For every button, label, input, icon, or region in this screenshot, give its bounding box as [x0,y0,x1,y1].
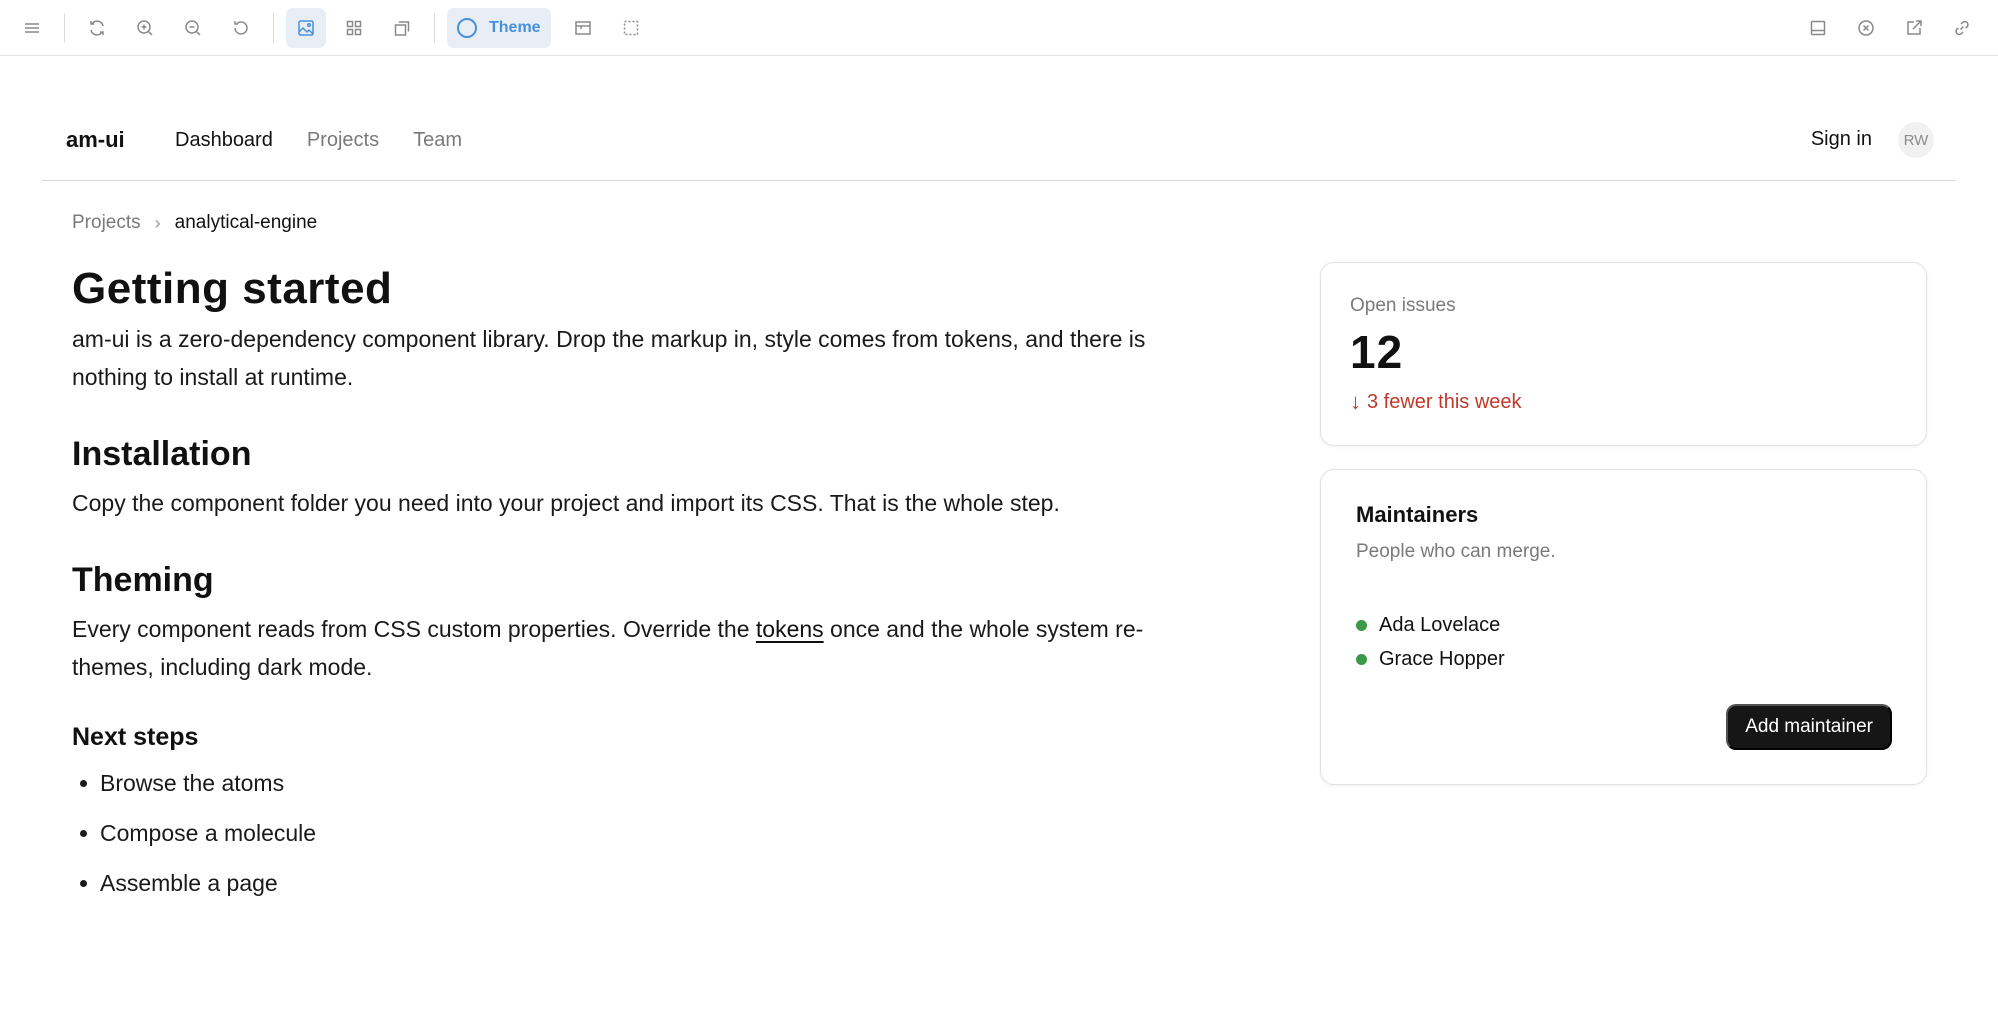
next-steps-heading: Next steps [72,723,199,751]
status-dot-icon [1356,619,1367,631]
list-item: Browse the atoms [72,768,1242,798]
panel-icon[interactable] [1798,8,1838,48]
open-issues-value: 12 [1350,326,1404,378]
theme-button[interactable]: Theme [447,7,551,48]
sign-in-link[interactable]: Sign in [1811,128,1872,151]
viewer-toolbar: Theme [0,0,1998,56]
installation-paragraph: Copy the component folder you need into … [72,490,1060,516]
maintainer-name: Grace Hopper [1379,648,1505,670]
nav-item-team[interactable]: Team [413,129,462,152]
toolbar-divider [273,12,274,43]
theming-heading: Theming [72,561,214,599]
list-item: Compose a molecule [72,818,1242,848]
status-dot-icon [1356,653,1367,665]
intro-line-2: nothing to install at runtime. [72,364,354,390]
reset-icon[interactable] [221,8,261,48]
layout-icon[interactable] [563,8,603,48]
intro-paragraph: am-ui is a zero-dependency component lib… [72,320,1242,396]
zoom-in-icon[interactable] [125,8,165,48]
installation-heading: Installation [72,435,252,473]
brand-logo[interactable]: am-ui [66,127,125,153]
add-maintainer-button[interactable]: Add maintainer [1726,704,1892,750]
maintainers-title: Maintainers [1356,502,1479,527]
toolbar-divider [64,12,65,43]
copy-icon[interactable] [382,8,422,48]
app-header: am-ui Dashboard Projects Team Sign in RW [42,108,1956,181]
maintainers-list: Ada Lovelace Grace Hopper [1356,608,1505,676]
menu-icon[interactable] [12,8,52,48]
breadcrumb: Projects › analytical-engine [72,212,317,234]
open-issues-delta-text: 3 fewer this week [1367,390,1522,413]
link-icon[interactable] [1942,8,1982,48]
toolbar-right-group [1798,8,1990,48]
zoom-out-icon[interactable] [173,8,213,48]
main-content: Getting started am-ui is a zero-dependen… [72,258,1242,918]
breadcrumb-current: analytical-engine [174,212,318,233]
selection-icon[interactable] [611,8,651,48]
toolbar-divider [434,12,435,43]
intro-line-1: am-ui is a zero-dependency component lib… [72,326,1146,352]
list-item: Ada Lovelace [1356,608,1505,642]
theming-paragraph: Every component reads from CSS custom pr… [72,610,1242,686]
maintainers-subtitle: People who can merge. [1356,541,1556,562]
close-circle-icon[interactable] [1846,8,1886,48]
main-nav: Dashboard Projects Team [175,129,496,152]
chevron-right-icon: › [154,212,161,233]
external-link-icon[interactable] [1894,8,1934,48]
grid-icon[interactable] [334,8,374,48]
open-issues-delta: ↓ 3 fewer this week [1350,389,1522,415]
next-steps-list: Browse the atoms Compose a molecule Asse… [72,768,1242,898]
tokens-link[interactable]: tokens [756,616,824,642]
theming-text-after: once and the whole system re- [823,616,1144,642]
theming-line-2: themes, including dark mode. [72,654,373,680]
open-issues-card: Open issues 12 ↓ 3 fewer this week [1320,262,1927,446]
refresh-icon[interactable] [77,8,117,48]
theming-text-before: Every component reads from CSS custom pr… [72,616,756,642]
page-title: Getting started [72,264,393,313]
maintainers-card: Maintainers People who can merge. Ada Lo… [1320,469,1927,785]
arrow-down-icon: ↓ [1350,389,1361,414]
avatar[interactable]: RW [1898,122,1934,158]
open-issues-label: Open issues [1350,295,1456,316]
maintainer-name: Ada Lovelace [1379,614,1501,636]
list-item: Assemble a page [72,868,1242,898]
theme-circle-icon [457,17,477,38]
nav-item-projects[interactable]: Projects [307,129,379,152]
nav-item-dashboard[interactable]: Dashboard [175,129,273,152]
list-item: Grace Hopper [1356,642,1505,676]
image-icon[interactable] [286,7,326,48]
breadcrumb-parent[interactable]: Projects [72,212,141,234]
theme-button-label: Theme [489,18,541,36]
